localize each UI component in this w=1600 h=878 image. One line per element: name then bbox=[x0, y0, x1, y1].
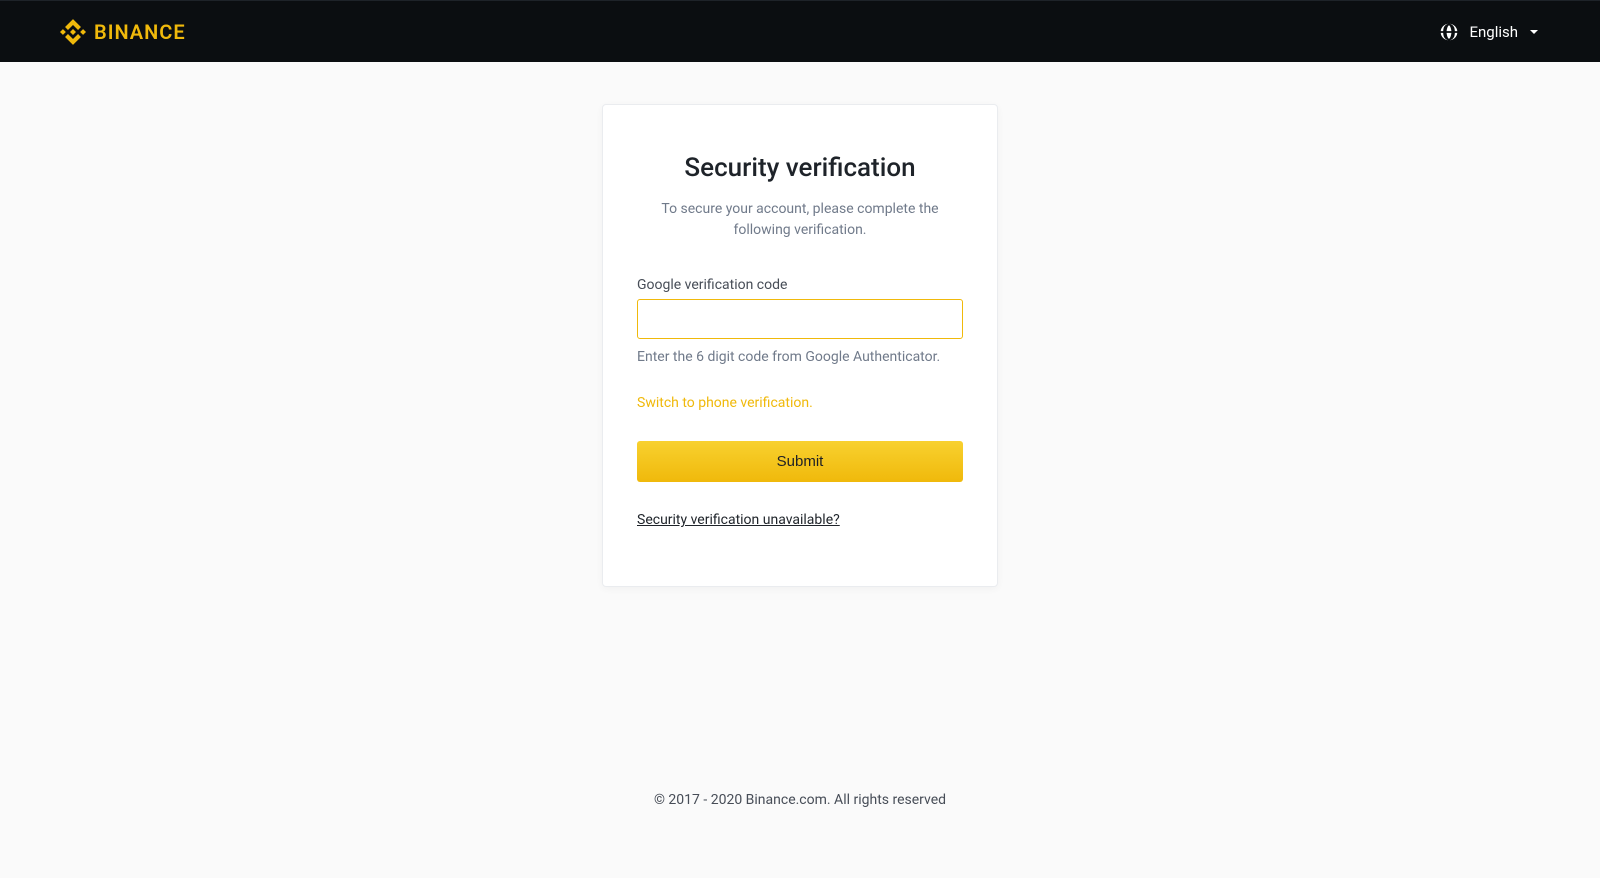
language-selector[interactable]: English bbox=[1439, 22, 1540, 42]
submit-button[interactable]: Submit bbox=[637, 441, 963, 482]
input-helper-text: Enter the 6 digit code from Google Authe… bbox=[637, 349, 963, 365]
verification-code-input[interactable] bbox=[637, 299, 963, 339]
card-description: To secure your account, please complete … bbox=[637, 199, 963, 241]
language-label: English bbox=[1469, 23, 1518, 41]
input-label: Google verification code bbox=[637, 277, 963, 293]
header: BINANCE English bbox=[0, 0, 1600, 62]
brand-logo[interactable]: BINANCE bbox=[60, 19, 186, 45]
binance-logo-icon bbox=[60, 19, 86, 45]
caret-down-icon bbox=[1528, 26, 1540, 38]
verification-card: Security verification To secure your acc… bbox=[602, 104, 998, 587]
copyright-text: © 2017 - 2020 Binance.com. All rights re… bbox=[654, 792, 946, 808]
verification-unavailable-link[interactable]: Security verification unavailable? bbox=[637, 512, 840, 528]
code-field-group: Google verification code Enter the 6 dig… bbox=[637, 277, 963, 365]
brand-name: BINANCE bbox=[94, 20, 186, 44]
switch-verification-link[interactable]: Switch to phone verification. bbox=[637, 395, 963, 411]
globe-icon bbox=[1439, 22, 1459, 42]
footer: © 2017 - 2020 Binance.com. All rights re… bbox=[0, 792, 1600, 808]
main-content: Security verification To secure your acc… bbox=[0, 62, 1600, 587]
card-title: Security verification bbox=[637, 153, 963, 183]
